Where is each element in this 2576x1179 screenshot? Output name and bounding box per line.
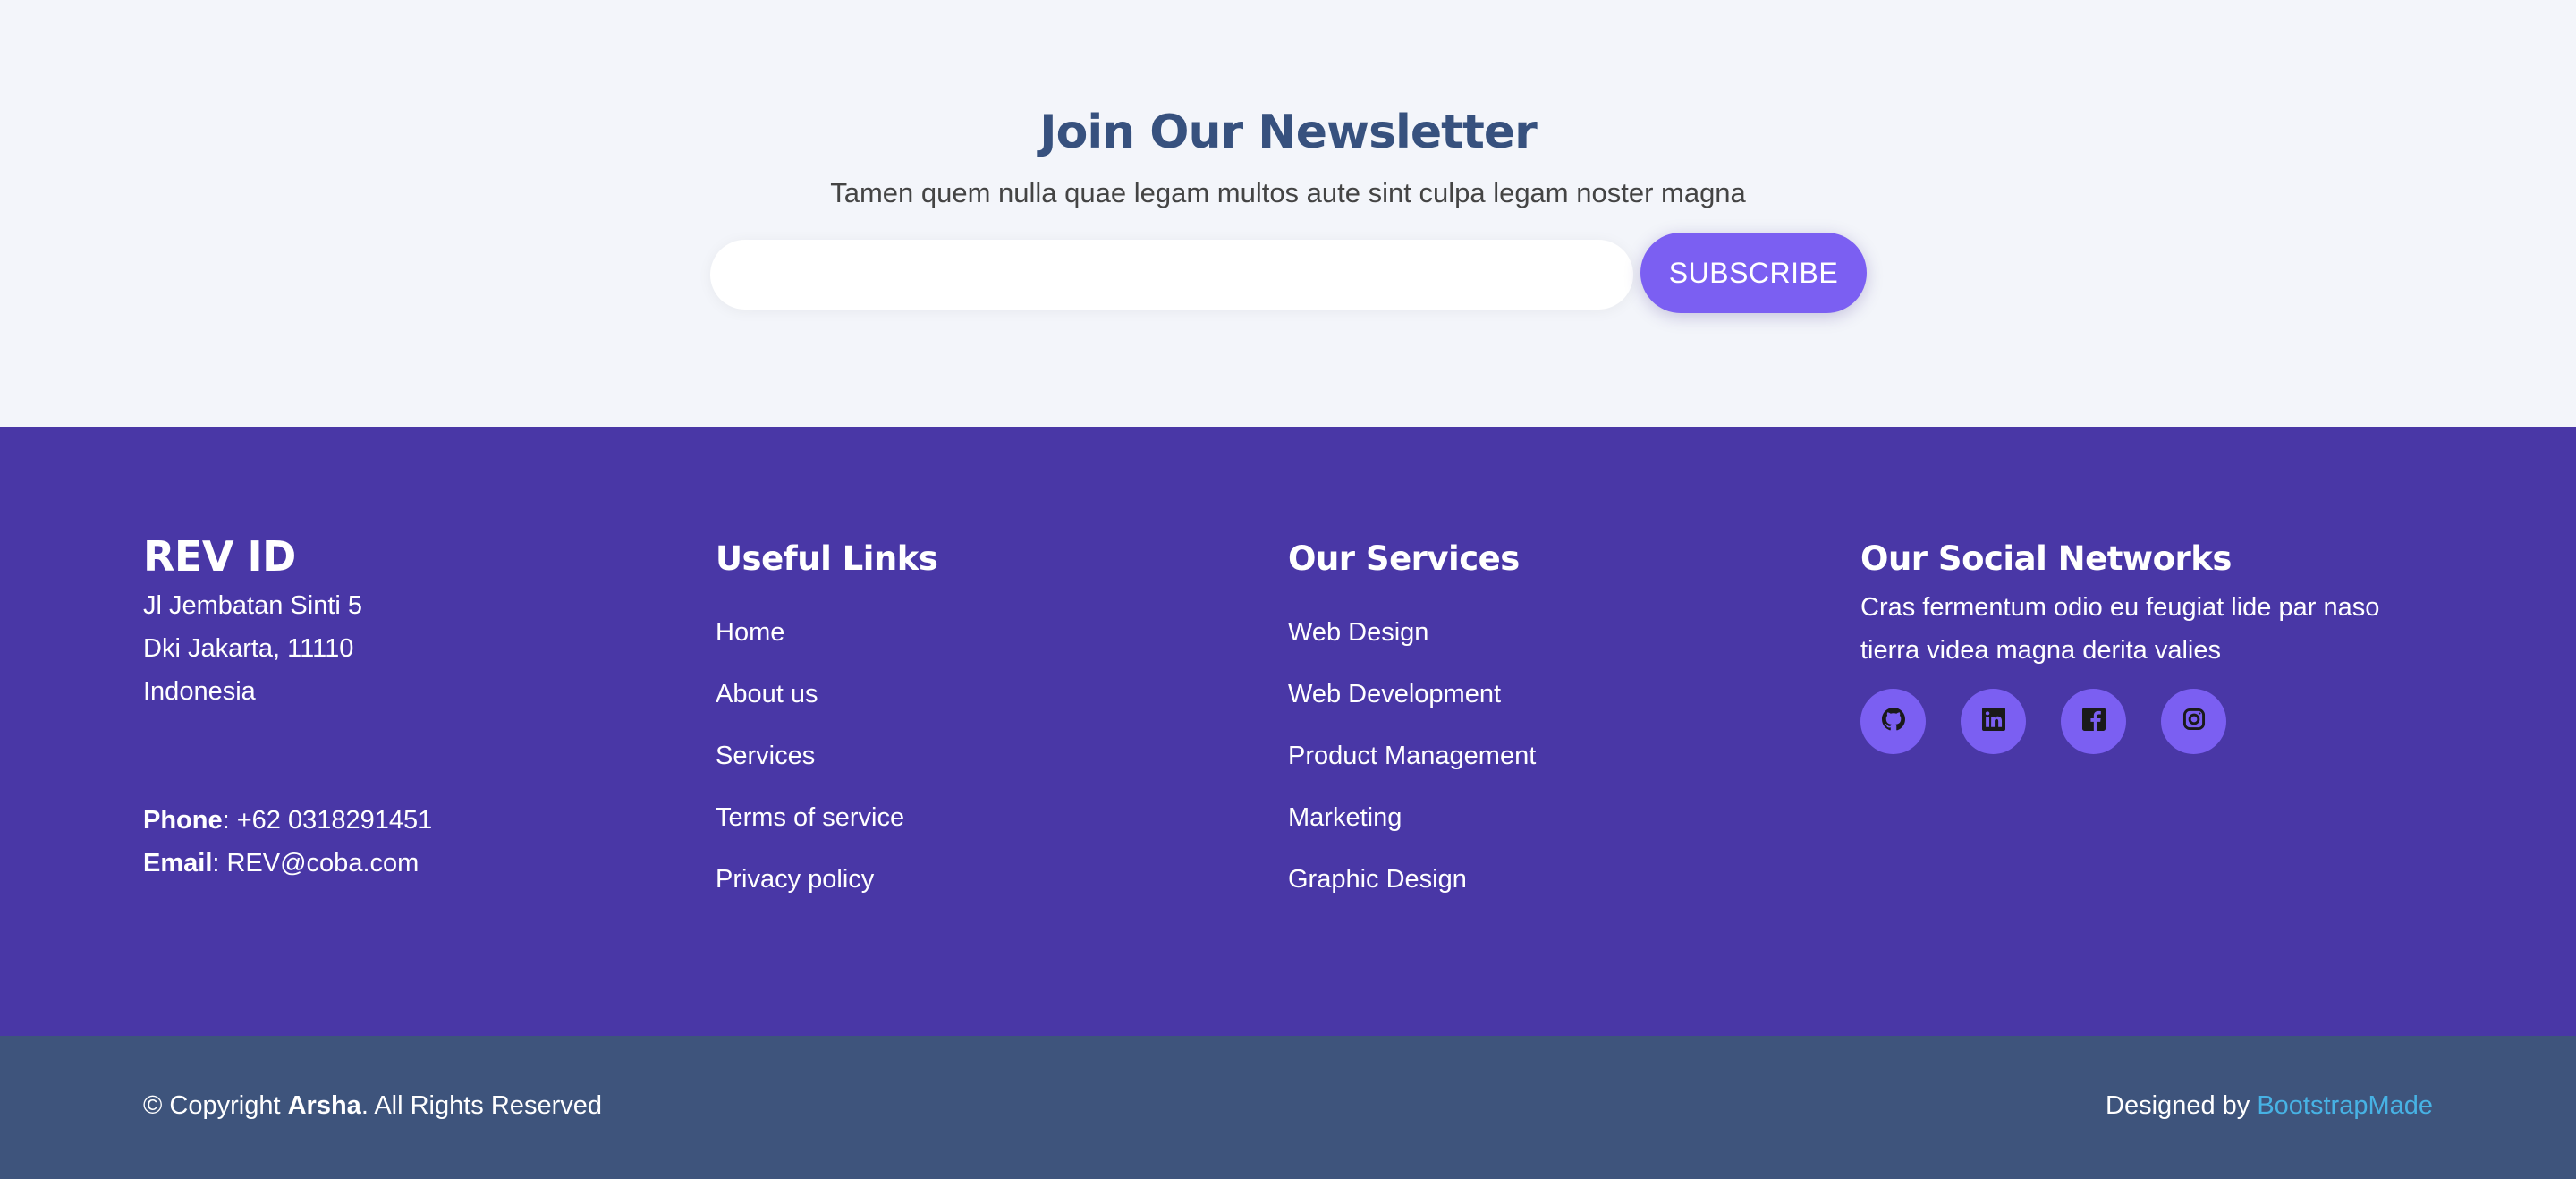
- useful-links-heading: Useful Links: [716, 539, 938, 578]
- copyright-brand: Arsha: [287, 1091, 361, 1120]
- copyright: © Copyright Arsha. All Rights Reserved: [143, 1091, 602, 1121]
- service-link-marketing[interactable]: Marketing: [1288, 803, 1402, 833]
- newsletter-subtitle: Tamen quem nulla quae legam multos aute …: [830, 177, 1746, 208]
- copyright-suffix: . All Rights Reserved: [360, 1091, 602, 1120]
- address-line: Indonesia: [143, 677, 256, 706]
- subscribe-button[interactable]: SUBSCRIBE: [1640, 233, 1867, 313]
- github-icon: [1881, 708, 1905, 735]
- newsletter-email-input[interactable]: [710, 240, 1633, 310]
- linkedin-button[interactable]: [1961, 689, 2026, 754]
- services-heading: Our Services: [1288, 539, 1520, 578]
- copyright-prefix: © Copyright: [143, 1091, 288, 1120]
- address-line: Dki Jakarta, 11110: [143, 634, 354, 663]
- footer-link-home[interactable]: Home: [716, 618, 784, 648]
- credits-prefix: Designed by: [2106, 1091, 2258, 1120]
- facebook-icon: [2081, 708, 2106, 735]
- bootstrapmade-link[interactable]: BootstrapMade: [2257, 1091, 2433, 1120]
- footer-link-services[interactable]: Services: [716, 742, 815, 771]
- facebook-button[interactable]: [2061, 689, 2126, 754]
- service-link-web-design[interactable]: Web Design: [1288, 618, 1428, 648]
- footer-link-privacy[interactable]: Privacy policy: [716, 865, 874, 895]
- footer-top: REV ID Jl Jembatan Sinti 5 Dki Jakarta, …: [0, 427, 2576, 1036]
- footer-bottom: © Copyright Arsha. All Rights Reserved D…: [0, 1036, 2576, 1179]
- credits: Designed by BootstrapMade: [2106, 1091, 2433, 1121]
- phone-value: : +62 0318291451: [222, 806, 433, 835]
- github-button[interactable]: [1860, 689, 1926, 754]
- email-label: Email: [143, 849, 213, 878]
- linkedin-icon: [1981, 708, 2005, 735]
- social-description: Cras fermentum odio eu feugiat lide par …: [1860, 593, 2380, 665]
- service-link-graphic-design[interactable]: Graphic Design: [1288, 865, 1467, 895]
- social-heading: Our Social Networks: [1860, 539, 2232, 578]
- footer-link-about[interactable]: About us: [716, 680, 818, 709]
- email-line: Email: REV@coba.com: [143, 849, 419, 878]
- service-link-product-management[interactable]: Product Management: [1288, 742, 1536, 771]
- phone-label: Phone: [143, 806, 223, 835]
- footer-link-terms[interactable]: Terms of service: [716, 803, 904, 833]
- instagram-icon: [2182, 708, 2206, 735]
- service-link-web-development[interactable]: Web Development: [1288, 680, 1501, 709]
- phone-line: Phone: +62 0318291451: [143, 806, 432, 835]
- email-value: : REV@coba.com: [212, 849, 419, 878]
- footer-brand: REV ID: [143, 532, 296, 581]
- address-line: Jl Jembatan Sinti 5: [143, 591, 363, 620]
- newsletter-title: Join Our Newsletter: [1039, 106, 1538, 159]
- newsletter-section: Join Our Newsletter Tamen quem nulla qua…: [0, 0, 2576, 427]
- instagram-button[interactable]: [2161, 689, 2226, 754]
